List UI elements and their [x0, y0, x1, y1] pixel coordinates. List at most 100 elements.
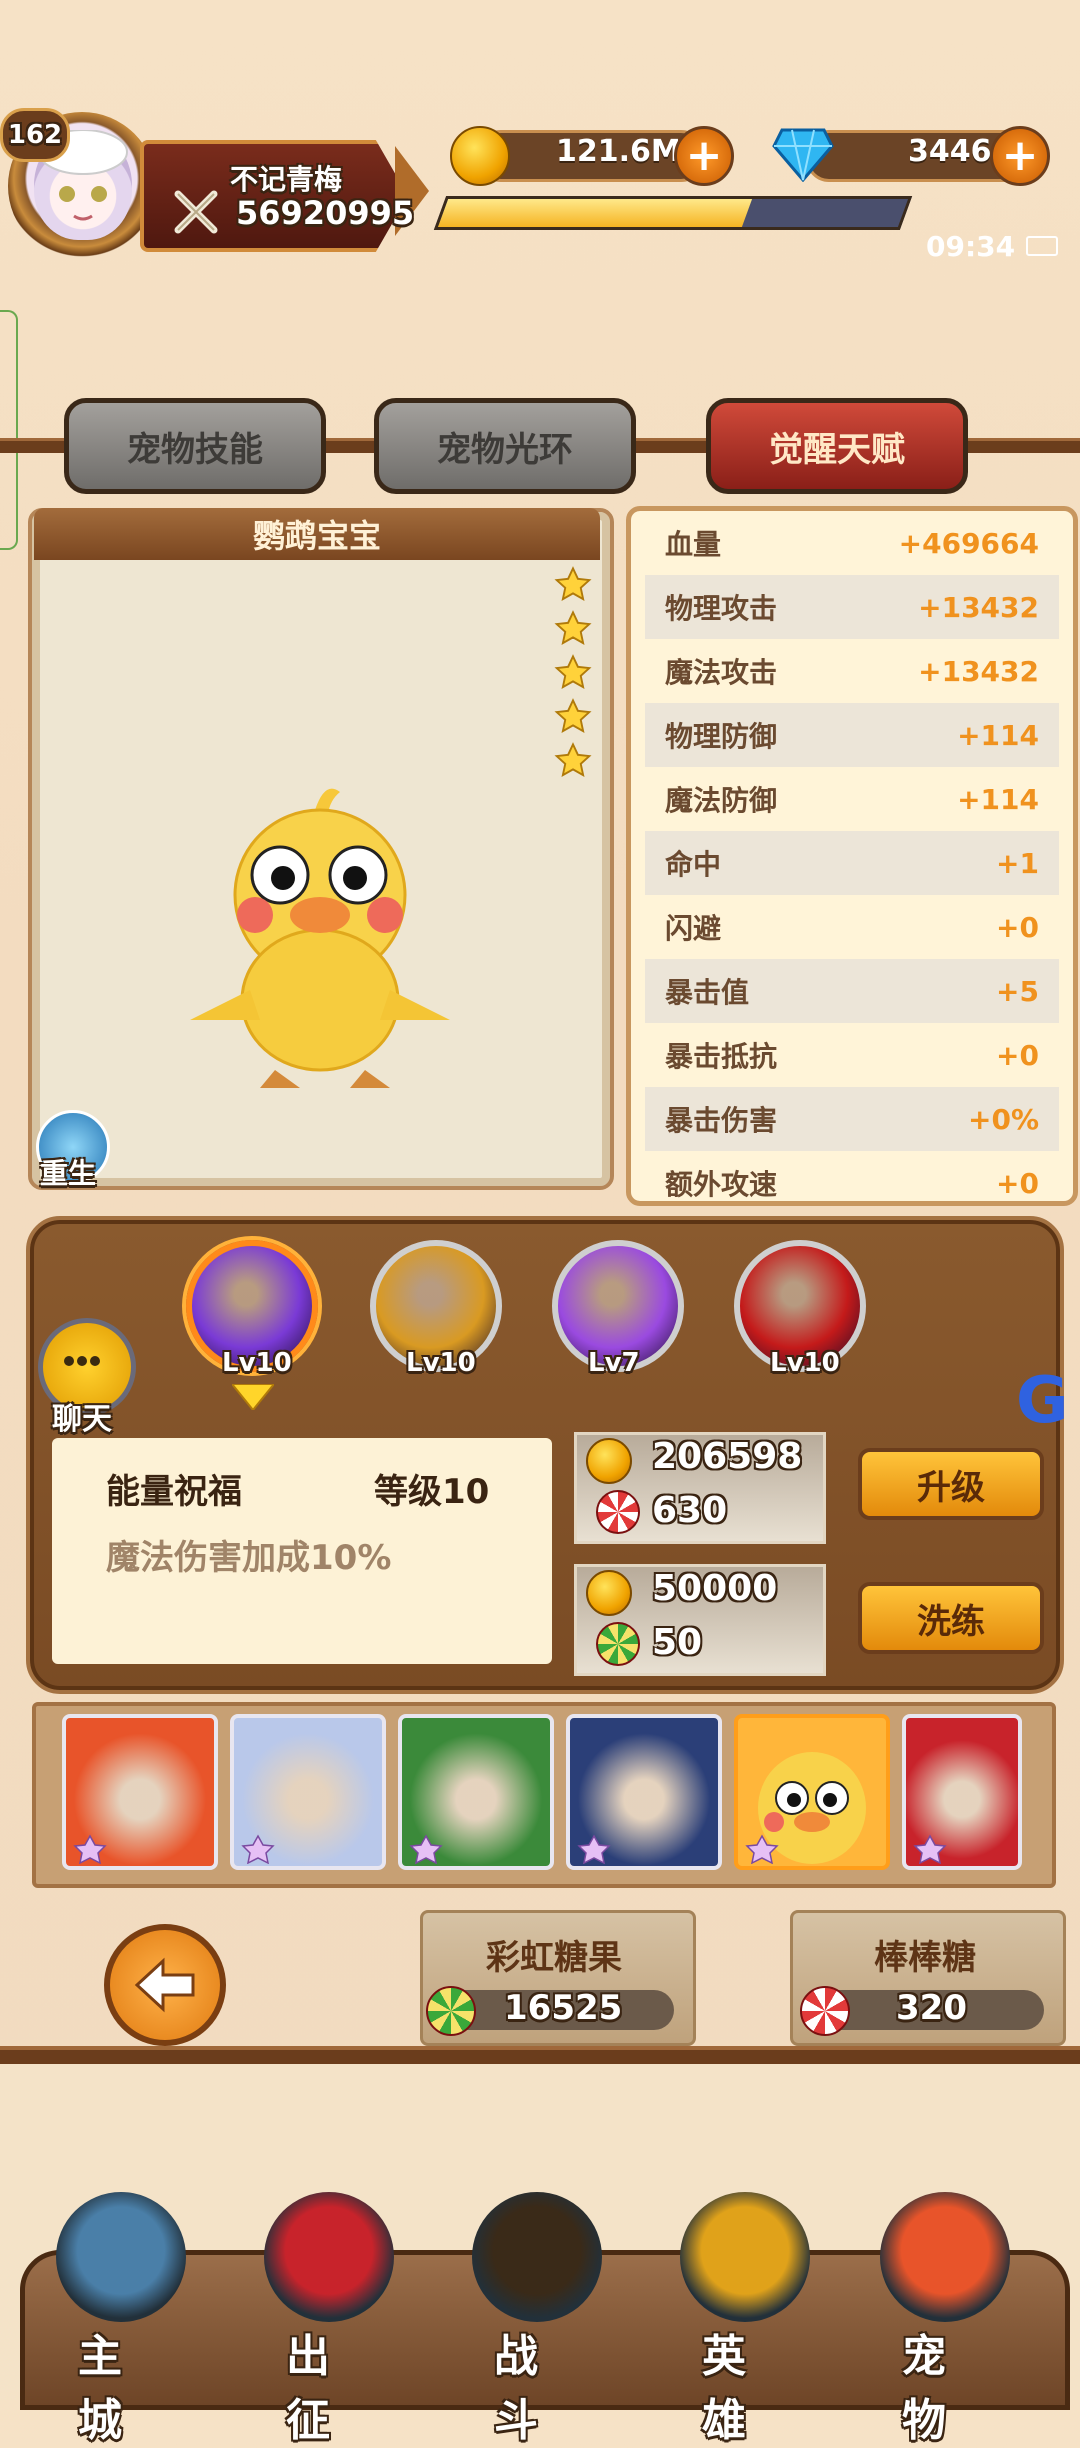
star-icon — [554, 742, 592, 780]
upgrade-button[interactable]: 升级 — [858, 1448, 1044, 1520]
star-icon — [409, 1834, 443, 1864]
player-power: 56920995 — [236, 194, 415, 232]
stat-row: 魔法防御 +114 — [645, 767, 1059, 831]
battery-icon — [1026, 236, 1058, 256]
pet-card[interactable] — [566, 1714, 722, 1870]
stat-value: +469664 — [898, 526, 1039, 560]
pet-model[interactable] — [180, 770, 460, 1100]
stat-row: 闪避 +0 — [645, 895, 1059, 959]
diamond-icon — [772, 126, 834, 183]
tab-pet-skills[interactable]: 宠物技能 — [64, 398, 326, 494]
crossed-swords-icon — [172, 188, 220, 236]
rainbow-candy-title: 彩虹糖果 — [486, 1938, 622, 1978]
rainbow-candy-icon — [596, 1622, 640, 1666]
stats-panel: 血量 +469664 物理攻击 +13432 魔法攻击 +13432 物理防御 +114 魔法防… — [626, 506, 1078, 1206]
pet-card[interactable] — [62, 1714, 218, 1870]
stat-row: 物理防御 +114 — [645, 703, 1059, 767]
gold-amount: 121.6M — [556, 134, 681, 169]
stat-name: 物理攻击 — [665, 592, 778, 625]
stat-value: +114 — [957, 718, 1039, 752]
refine-button[interactable]: 洗练 — [858, 1582, 1044, 1654]
rebirth-label[interactable]: 重生 — [40, 1152, 96, 1192]
back-button[interactable] — [104, 1924, 226, 2046]
star-icon — [745, 1834, 779, 1864]
nav-battle-label[interactable]: 战斗 — [494, 2320, 538, 2448]
player-level-badge: 162 — [0, 108, 70, 162]
lollipop-icon — [596, 1490, 640, 1534]
skill-level-label: Lv7 — [588, 1348, 640, 1378]
experience-fill — [437, 199, 752, 227]
stat-row: 魔法攻击 +13432 — [645, 639, 1059, 703]
refine-candy-cost: 50 — [652, 1622, 703, 1663]
skill-level-label: Lv10 — [222, 1348, 292, 1378]
stat-name: 血量 — [665, 528, 722, 561]
skill-level-label: Lv10 — [770, 1348, 840, 1378]
stat-value: +13432 — [918, 590, 1039, 624]
upgrade-candy-cost: 630 — [652, 1490, 728, 1531]
stat-row: 暴击值 +5 — [645, 959, 1059, 1023]
pet-card[interactable] — [902, 1714, 1022, 1870]
stat-row: 额外攻速 +0 — [645, 1151, 1059, 1202]
stat-name: 暴击值 — [665, 976, 750, 1009]
skill-description: 魔法伤害加成10% — [106, 1538, 392, 1578]
stat-value: +13432 — [918, 654, 1039, 688]
stat-value: +114 — [957, 782, 1039, 816]
side-drawer-handle[interactable] — [0, 310, 18, 550]
lollipop-title: 棒棒糖 — [874, 1938, 976, 1978]
star-icon — [577, 1834, 611, 1864]
stat-value: +0% — [968, 1102, 1039, 1136]
gold-coin-icon — [586, 1438, 632, 1484]
nav-heroes-label[interactable]: 英雄 — [702, 2320, 746, 2448]
chat-label[interactable]: 聊天 — [52, 1394, 112, 1438]
nav-city-label[interactable]: 主城 — [78, 2320, 122, 2448]
stat-row: 物理攻击 +13432 — [645, 575, 1059, 639]
partial-logo: G — [1016, 1364, 1069, 1438]
gold-coin-icon — [586, 1570, 632, 1616]
stat-name: 命中 — [665, 848, 722, 881]
star-icon — [73, 1834, 107, 1864]
stat-name: 物理防御 — [665, 720, 778, 753]
star-icon — [554, 610, 592, 648]
nav-city-icon[interactable] — [56, 2192, 186, 2322]
stat-name: 暴击抵抗 — [665, 1040, 778, 1073]
stat-value: +1 — [996, 846, 1039, 880]
nav-battle-icon[interactable] — [472, 2192, 602, 2322]
add-diamond-button[interactable]: + — [990, 126, 1050, 186]
lollipop-icon — [800, 1986, 850, 2036]
pet-star-rating — [554, 566, 592, 786]
selected-skill-arrow — [229, 1383, 277, 1412]
stat-row: 暴击伤害 +0% — [645, 1087, 1059, 1151]
pet-card[interactable] — [230, 1714, 386, 1870]
pet-name: 鹦鹉宝宝 — [34, 508, 600, 560]
skill-level-label: Lv10 — [406, 1348, 476, 1378]
rainbow-candy-amount: 16525 — [504, 1988, 623, 2028]
gold-coin-icon — [450, 126, 510, 186]
tab-awakening-talent[interactable]: 觉醒天赋 — [706, 398, 968, 494]
nav-expedition-label[interactable]: 出征 — [286, 2320, 330, 2448]
stat-value: +0 — [996, 1038, 1039, 1072]
star-icon — [554, 698, 592, 736]
nav-pets-label[interactable]: 宠物 — [902, 2320, 946, 2448]
star-icon — [241, 1834, 275, 1864]
add-gold-button[interactable]: + — [674, 126, 734, 186]
nav-heroes-icon[interactable] — [680, 2192, 810, 2322]
pet-card[interactable] — [734, 1714, 890, 1870]
stat-value: +0 — [996, 910, 1039, 944]
nav-pets-icon[interactable] — [880, 2192, 1010, 2322]
nav-expedition-icon[interactable] — [264, 2192, 394, 2322]
refine-gold-cost: 50000 — [652, 1568, 778, 1609]
diamond-amount: 3446 — [908, 134, 992, 169]
stat-name: 暴击伤害 — [665, 1104, 778, 1137]
stat-value: +0 — [996, 1166, 1039, 1200]
stat-row: 命中 +1 — [645, 831, 1059, 895]
stat-name: 魔法防御 — [665, 784, 778, 817]
tab-pet-aura[interactable]: 宠物光环 — [374, 398, 636, 494]
pet-card[interactable] — [398, 1714, 554, 1870]
stat-row: 血量 +469664 — [645, 511, 1059, 575]
status-time: 09:34 — [926, 230, 1016, 263]
stat-name: 额外攻速 — [665, 1168, 778, 1201]
skill-level: 等级10 — [374, 1472, 490, 1512]
player-name: 不记青梅 — [230, 163, 343, 196]
star-icon — [913, 1834, 947, 1864]
skill-name: 能量祝福 — [106, 1472, 242, 1512]
